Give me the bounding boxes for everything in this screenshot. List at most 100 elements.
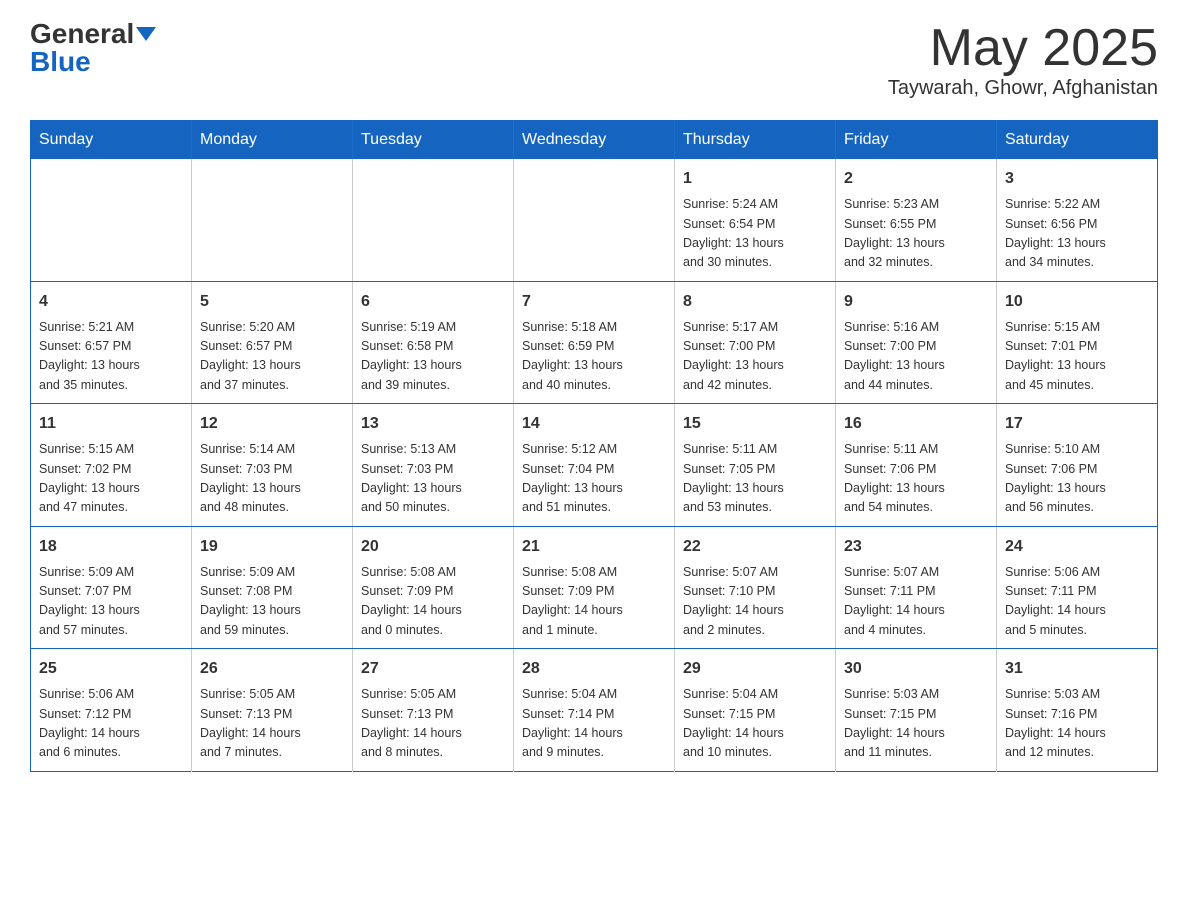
day-info: Sunrise: 5:08 AMSunset: 7:09 PMDaylight:… (522, 563, 666, 641)
day-info: Sunrise: 5:10 AMSunset: 7:06 PMDaylight:… (1005, 440, 1149, 518)
day-number: 8 (683, 290, 827, 314)
logo: General Blue (30, 20, 156, 76)
calendar-cell: 10Sunrise: 5:15 AMSunset: 7:01 PMDayligh… (997, 281, 1158, 404)
day-number: 4 (39, 290, 183, 314)
weekday-header-tuesday: Tuesday (353, 121, 514, 160)
calendar-cell: 19 Sunrise: 5:09 AMSunset: 7:08 PMDayligh… (192, 526, 353, 649)
day-number: 22 (683, 535, 827, 559)
calendar-cell: 29 Sunrise: 5:04 AMSunset: 7:15 PMDayligh… (675, 649, 836, 772)
calendar-week-row: 25 Sunrise: 5:06 AMSunset: 7:12 PMDayligh… (31, 649, 1158, 772)
day-info: Sunrise: 5:12 AMSunset: 7:04 PMDaylight:… (522, 440, 666, 518)
day-number: 18 (39, 535, 183, 559)
day-number: 24 (1005, 535, 1149, 559)
day-number: 19 (200, 535, 344, 559)
calendar-cell: 25 Sunrise: 5:06 AMSunset: 7:12 PMDayligh… (31, 649, 192, 772)
day-info: Sunrise: 5:23 AMSunset: 6:55 PMDaylight:… (844, 195, 988, 273)
calendar-cell (31, 159, 192, 281)
calendar-cell: 21 Sunrise: 5:08 AMSunset: 7:09 PMDayligh… (514, 526, 675, 649)
weekday-header-saturday: Saturday (997, 121, 1158, 160)
day-info: Sunrise: 5:09 AMSunset: 7:07 PMDaylight:… (39, 563, 183, 641)
day-info: Sunrise: 5:08 AMSunset: 7:09 PMDaylight:… (361, 563, 505, 641)
weekday-header-thursday: Thursday (675, 121, 836, 160)
calendar-week-row: 18 Sunrise: 5:09 AMSunset: 7:07 PMDayligh… (31, 526, 1158, 649)
day-info: Sunrise: 5:03 AMSunset: 7:16 PMDaylight:… (1005, 685, 1149, 763)
calendar-cell: 26 Sunrise: 5:05 AMSunset: 7:13 PMDayligh… (192, 649, 353, 772)
calendar-cell: 3 Sunrise: 5:22 AMSunset: 6:56 PMDaylight… (997, 159, 1158, 281)
day-info: Sunrise: 5:14 AMSunset: 7:03 PMDaylight:… (200, 440, 344, 518)
day-number: 15 (683, 412, 827, 436)
day-info: Sunrise: 5:07 AMSunset: 7:11 PMDaylight:… (844, 563, 988, 641)
calendar-cell: 15Sunrise: 5:11 AMSunset: 7:05 PMDayligh… (675, 404, 836, 527)
weekday-header-sunday: Sunday (31, 121, 192, 160)
day-info: Sunrise: 5:11 AMSunset: 7:06 PMDaylight:… (844, 440, 988, 518)
day-number: 3 (1005, 167, 1149, 191)
calendar-week-row: 11 Sunrise: 5:15 AMSunset: 7:02 PMDayligh… (31, 404, 1158, 527)
calendar-cell: 7Sunrise: 5:18 AMSunset: 6:59 PMDaylight… (514, 281, 675, 404)
day-info: Sunrise: 5:06 AMSunset: 7:12 PMDaylight:… (39, 685, 183, 763)
calendar-cell: 31Sunrise: 5:03 AMSunset: 7:16 PMDayligh… (997, 649, 1158, 772)
day-number: 26 (200, 657, 344, 681)
day-number: 6 (361, 290, 505, 314)
calendar-cell: 23 Sunrise: 5:07 AMSunset: 7:11 PMDayligh… (836, 526, 997, 649)
logo-general-text: General (30, 20, 134, 48)
weekday-header-wednesday: Wednesday (514, 121, 675, 160)
day-number: 23 (844, 535, 988, 559)
title-block: May 2025 Taywarah, Ghowr, Afghanistan (888, 20, 1158, 100)
calendar-cell: 14 Sunrise: 5:12 AMSunset: 7:04 PMDayligh… (514, 404, 675, 527)
calendar-cell: 4 Sunrise: 5:21 AMSunset: 6:57 PMDaylight… (31, 281, 192, 404)
day-number: 16 (844, 412, 988, 436)
day-info: Sunrise: 5:15 AMSunset: 7:02 PMDaylight:… (39, 440, 183, 518)
day-info: Sunrise: 5:16 AMSunset: 7:00 PMDaylight:… (844, 318, 988, 396)
day-info: Sunrise: 5:05 AMSunset: 7:13 PMDaylight:… (361, 685, 505, 763)
day-info: Sunrise: 5:04 AMSunset: 7:15 PMDaylight:… (683, 685, 827, 763)
day-info: Sunrise: 5:22 AMSunset: 6:56 PMDaylight:… (1005, 195, 1149, 273)
weekday-header-friday: Friday (836, 121, 997, 160)
day-number: 25 (39, 657, 183, 681)
logo-blue-text: Blue (30, 48, 91, 76)
day-info: Sunrise: 5:24 AMSunset: 6:54 PMDaylight:… (683, 195, 827, 273)
day-number: 9 (844, 290, 988, 314)
calendar-cell (353, 159, 514, 281)
day-info: Sunrise: 5:06 AMSunset: 7:11 PMDaylight:… (1005, 563, 1149, 641)
day-number: 2 (844, 167, 988, 191)
calendar-cell (514, 159, 675, 281)
day-info: Sunrise: 5:03 AMSunset: 7:15 PMDaylight:… (844, 685, 988, 763)
calendar-cell: 28 Sunrise: 5:04 AMSunset: 7:14 PMDayligh… (514, 649, 675, 772)
day-info: Sunrise: 5:09 AMSunset: 7:08 PMDaylight:… (200, 563, 344, 641)
calendar-cell: 11 Sunrise: 5:15 AMSunset: 7:02 PMDayligh… (31, 404, 192, 527)
day-number: 28 (522, 657, 666, 681)
day-number: 29 (683, 657, 827, 681)
calendar-cell: 24 Sunrise: 5:06 AMSunset: 7:11 PMDayligh… (997, 526, 1158, 649)
day-info: Sunrise: 5:05 AMSunset: 7:13 PMDaylight:… (200, 685, 344, 763)
day-info: Sunrise: 5:07 AMSunset: 7:10 PMDaylight:… (683, 563, 827, 641)
day-info: Sunrise: 5:18 AMSunset: 6:59 PMDaylight:… (522, 318, 666, 396)
day-info: Sunrise: 5:21 AMSunset: 6:57 PMDaylight:… (39, 318, 183, 396)
day-info: Sunrise: 5:04 AMSunset: 7:14 PMDaylight:… (522, 685, 666, 763)
page-header: General Blue May 2025 Taywarah, Ghowr, A… (30, 20, 1158, 100)
logo-arrow-icon (136, 27, 156, 41)
day-number: 10 (1005, 290, 1149, 314)
day-number: 27 (361, 657, 505, 681)
calendar-cell: 27 Sunrise: 5:05 AMSunset: 7:13 PMDayligh… (353, 649, 514, 772)
day-number: 21 (522, 535, 666, 559)
day-number: 14 (522, 412, 666, 436)
calendar-cell: 1Sunrise: 5:24 AMSunset: 6:54 PMDaylight… (675, 159, 836, 281)
calendar-cell: 5Sunrise: 5:20 AMSunset: 6:57 PMDaylight… (192, 281, 353, 404)
calendar-cell: 18 Sunrise: 5:09 AMSunset: 7:07 PMDayligh… (31, 526, 192, 649)
day-info: Sunrise: 5:13 AMSunset: 7:03 PMDaylight:… (361, 440, 505, 518)
day-number: 12 (200, 412, 344, 436)
day-info: Sunrise: 5:17 AMSunset: 7:00 PMDaylight:… (683, 318, 827, 396)
calendar-cell: 8 Sunrise: 5:17 AMSunset: 7:00 PMDaylight… (675, 281, 836, 404)
calendar-table: SundayMondayTuesdayWednesdayThursdayFrid… (30, 120, 1158, 772)
calendar-cell: 12 Sunrise: 5:14 AMSunset: 7:03 PMDayligh… (192, 404, 353, 527)
location-title: Taywarah, Ghowr, Afghanistan (888, 77, 1158, 100)
calendar-cell: 13 Sunrise: 5:13 AMSunset: 7:03 PMDayligh… (353, 404, 514, 527)
day-number: 13 (361, 412, 505, 436)
calendar-cell: 20 Sunrise: 5:08 AMSunset: 7:09 PMDayligh… (353, 526, 514, 649)
day-number: 20 (361, 535, 505, 559)
month-title: May 2025 (888, 20, 1158, 77)
day-number: 17 (1005, 412, 1149, 436)
day-number: 11 (39, 412, 183, 436)
calendar-cell: 22 Sunrise: 5:07 AMSunset: 7:10 PMDayligh… (675, 526, 836, 649)
calendar-week-row: 1Sunrise: 5:24 AMSunset: 6:54 PMDaylight… (31, 159, 1158, 281)
